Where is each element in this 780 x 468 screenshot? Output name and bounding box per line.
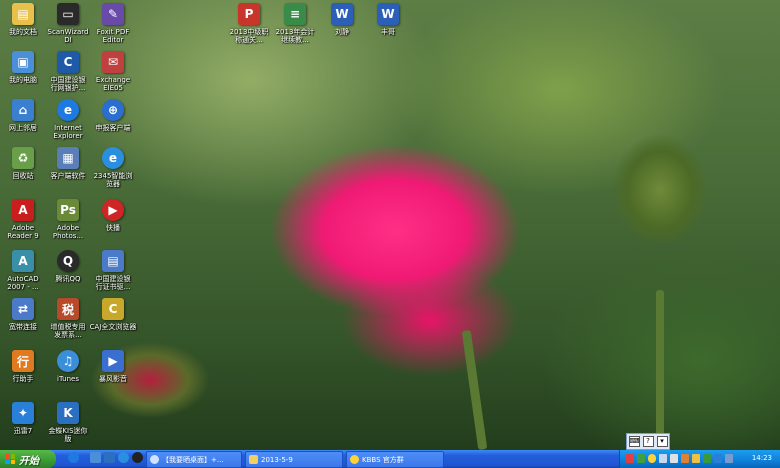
desktop-icon-qvod[interactable]: ▶ 快播	[82, 199, 144, 232]
desktop-wallpaper: ▤ 我的文档 ▭ ScanWizard DI ✎ Foxit PDF Editor P…	[0, 0, 780, 450]
desktop-icon-ccb-cert[interactable]: ▤ 中国建设银 行证书驱...	[82, 250, 144, 291]
desktop-icon-exchange[interactable]: ✉ Exchange EIE05	[82, 51, 144, 92]
desktop-icon-foxit-pdf-editor[interactable]: ✎ Foxit PDF Editor	[82, 3, 144, 44]
desktop-icon-fengge[interactable]: W 丰哥	[357, 3, 419, 36]
clock[interactable]: 14:23	[752, 454, 772, 462]
kingdee-icon: K	[57, 402, 79, 424]
tray-volume-icon[interactable]	[670, 454, 678, 463]
vat-invoice-icon: 税	[57, 298, 79, 320]
autocad-icon: A	[12, 250, 34, 272]
recycle-bin-icon: ♻	[12, 147, 34, 169]
tray-usb-icon[interactable]	[725, 454, 733, 463]
task-ie-window[interactable]: 【我要晒桌面】+...	[146, 451, 242, 468]
pdf-editor-icon: ✎	[102, 3, 124, 25]
itunes-icon: ♫	[57, 350, 79, 372]
word-file-icon: W	[377, 3, 399, 25]
bud-stem	[656, 290, 664, 450]
caj-viewer-icon: C	[102, 298, 124, 320]
tray-security-icon[interactable]	[637, 454, 645, 463]
keyboard-icon[interactable]: ⌨	[628, 436, 640, 447]
exchange-icon: ✉	[102, 51, 124, 73]
folder-task-icon	[249, 455, 258, 464]
tray-network-icon[interactable]	[659, 454, 667, 463]
scanner-icon: ▭	[57, 3, 79, 25]
pdf-file-icon: P	[238, 3, 260, 25]
desktop-icon-2345-browser[interactable]: e 2345智能浏 览器	[82, 147, 144, 188]
ccb-security-icon: C	[57, 51, 79, 73]
tray-app-icon[interactable]	[626, 454, 634, 463]
assistant-icon: 行	[12, 350, 34, 372]
ie-task-icon	[150, 455, 159, 464]
quicklaunch-desktop-icon[interactable]	[90, 452, 101, 463]
start-button[interactable]: 开始	[0, 450, 56, 468]
tray-thunder-icon[interactable]	[714, 454, 722, 463]
document-file-icon: ≡	[284, 3, 306, 25]
ie-icon: e	[57, 99, 79, 121]
qvod-icon: ▶	[102, 199, 124, 221]
qq-task-icon	[350, 455, 359, 464]
word-file-icon: W	[331, 3, 353, 25]
client-software-icon: ▦	[57, 147, 79, 169]
tray-qq-icon[interactable]	[648, 454, 656, 463]
desktop-icon-tax-client[interactable]: ⊕ 申报客户端	[82, 99, 144, 132]
tray-antivirus-icon[interactable]	[703, 454, 711, 463]
browser-2345-icon: e	[102, 147, 124, 169]
quicklaunch-media-icon[interactable]	[104, 452, 115, 463]
photoshop-icon: Ps	[57, 199, 79, 221]
desktop-icon-kingdee[interactable]: K 金蝶KIS迷你 版	[37, 402, 99, 443]
tray-update-icon[interactable]	[692, 454, 700, 463]
desktop-icon-caj-viewer[interactable]: C CAJ全文浏览器	[82, 298, 144, 331]
task-qq-group-window[interactable]: KBBS 官方群	[346, 451, 444, 468]
quicklaunch-2345-icon[interactable]	[118, 452, 129, 463]
taskbar: 开始 【我要晒桌面】+... 2013-5-9 KBBS 官方群 14:23	[0, 450, 780, 468]
qq-icon: Q	[57, 250, 79, 272]
tray-ime-icon[interactable]	[681, 454, 689, 463]
language-bar[interactable]: ⌨ ? ▾	[626, 433, 670, 450]
quicklaunch-qq-icon[interactable]	[132, 452, 143, 463]
computer-icon: ▣	[12, 51, 34, 73]
broadband-icon: ⇄	[12, 298, 34, 320]
adobe-reader-icon: A	[12, 199, 34, 221]
help-icon[interactable]: ?	[642, 436, 654, 447]
windows-logo-icon	[5, 454, 15, 464]
start-label: 开始	[19, 455, 39, 467]
storm-player-icon: ▶	[102, 350, 124, 372]
task-folder-window[interactable]: 2013-5-9	[245, 451, 343, 468]
ccb-cert-icon: ▤	[102, 250, 124, 272]
rose-stem	[461, 329, 488, 450]
quicklaunch-ie-icon[interactable]	[68, 452, 79, 463]
desktop-icon-storm-player[interactable]: ▶ 暴风影音	[82, 350, 144, 383]
tax-client-icon: ⊕	[102, 99, 124, 121]
language-menu-icon[interactable]: ▾	[656, 436, 668, 447]
thunder-icon: ✦	[12, 402, 34, 424]
system-tray: 14:23	[619, 450, 780, 468]
folder-icon: ▤	[12, 3, 34, 25]
network-icon: ⌂	[12, 99, 34, 121]
